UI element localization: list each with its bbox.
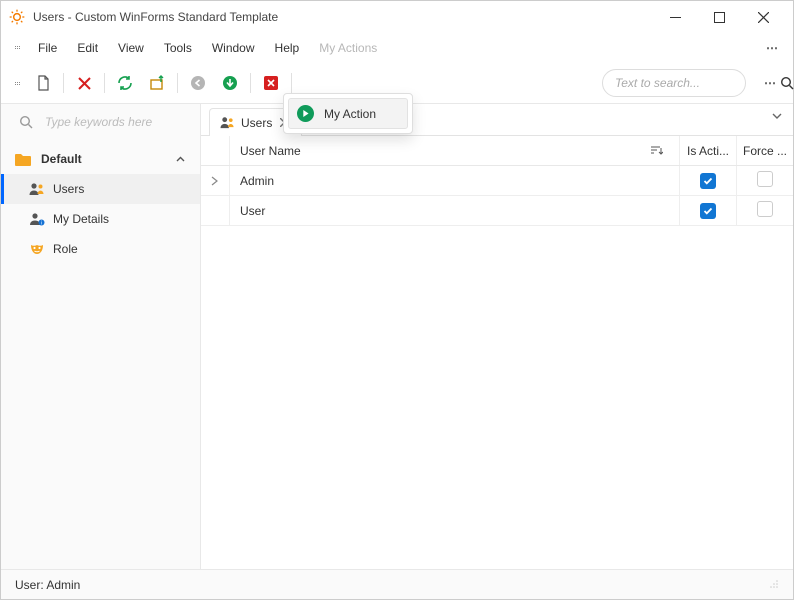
- users-icon: [220, 116, 235, 129]
- grip-icon: [15, 41, 21, 55]
- arrow-left-circle-icon: [190, 75, 206, 91]
- current-row-indicator-icon: [201, 176, 229, 186]
- separator: [250, 73, 251, 93]
- menu-file[interactable]: File: [29, 36, 66, 60]
- my-action-item[interactable]: My Action: [288, 98, 408, 129]
- my-action-label: My Action: [324, 107, 376, 121]
- maximize-button[interactable]: [697, 2, 741, 32]
- download-button[interactable]: [215, 68, 245, 98]
- chevron-up-icon: [175, 154, 186, 165]
- grip-icon: [15, 76, 21, 90]
- sidebar-group-label: Default: [41, 152, 165, 166]
- open-icon: [149, 75, 165, 91]
- separator: [63, 73, 64, 93]
- search-icon: [19, 115, 33, 129]
- folder-icon: [15, 152, 31, 166]
- menu-tools[interactable]: Tools: [155, 36, 201, 60]
- status-user: User: Admin: [15, 578, 80, 592]
- column-label: Is Acti...: [687, 144, 729, 158]
- menu-my-actions[interactable]: My Actions: [310, 36, 386, 60]
- table-row[interactable]: User: [201, 196, 793, 226]
- refresh-icon: [117, 75, 133, 91]
- sidebar-item-label: Role: [53, 242, 78, 256]
- sidebar-item-label: Users: [53, 182, 84, 196]
- delete-button[interactable]: [69, 68, 99, 98]
- menu-edit[interactable]: Edit: [68, 36, 107, 60]
- sort-indicator-icon: [651, 146, 663, 156]
- search-input[interactable]: [613, 75, 774, 91]
- tab-label: Users: [241, 116, 272, 130]
- sidebar-item-my-details[interactable]: i My Details: [1, 204, 200, 234]
- sidebar-item-label: My Details: [53, 212, 109, 226]
- resize-grip-icon[interactable]: [769, 578, 779, 592]
- sidebar-item-role[interactable]: Role: [1, 234, 200, 264]
- sidebar-filter[interactable]: [1, 104, 200, 144]
- my-actions-dropdown: My Action: [283, 93, 413, 134]
- menu-overflow-button[interactable]: ⋯: [756, 37, 789, 59]
- column-username[interactable]: User Name: [230, 144, 679, 158]
- toolbar-overflow-button[interactable]: ⋯: [754, 72, 787, 94]
- titlebar: Users - Custom WinForms Standard Templat…: [1, 1, 793, 33]
- tab-overflow-button[interactable]: [771, 110, 783, 125]
- cell-active[interactable]: [680, 203, 736, 219]
- arrow-down-circle-icon: [222, 75, 238, 91]
- table-row[interactable]: Admin: [201, 166, 793, 196]
- users-icon: [29, 182, 45, 196]
- document-icon: [36, 75, 51, 91]
- menu-view[interactable]: View: [109, 36, 153, 60]
- close-record-button[interactable]: [256, 68, 286, 98]
- play-circle-icon: [297, 105, 314, 122]
- mask-icon: [29, 242, 45, 256]
- search-container: [602, 69, 746, 97]
- main-panel: Users User Name Is Acti... Force ...: [201, 104, 793, 569]
- checkbox-checked-icon: [700, 173, 716, 189]
- column-label: User Name: [240, 144, 301, 158]
- user-info-icon: i: [29, 212, 45, 226]
- content-body: Default Users i My Details Role Users: [1, 103, 793, 569]
- close-button[interactable]: [741, 2, 785, 32]
- sidebar-filter-input[interactable]: [43, 114, 204, 130]
- column-is-active[interactable]: Is Acti...: [680, 144, 736, 158]
- menu-window[interactable]: Window: [203, 36, 264, 60]
- separator: [177, 73, 178, 93]
- sidebar-item-users[interactable]: Users: [1, 174, 200, 204]
- x-icon: [78, 77, 91, 90]
- menu-help[interactable]: Help: [266, 36, 309, 60]
- close-box-icon: [263, 75, 279, 91]
- open-button[interactable]: [142, 68, 172, 98]
- new-button[interactable]: [28, 68, 58, 98]
- svg-text:i: i: [41, 221, 42, 226]
- cell-force[interactable]: [737, 201, 793, 220]
- refresh-button[interactable]: [110, 68, 140, 98]
- separator: [104, 73, 105, 93]
- checkbox-unchecked-icon: [757, 171, 773, 187]
- statusbar: User: Admin: [1, 569, 793, 599]
- window-title: Users - Custom WinForms Standard Templat…: [33, 10, 653, 24]
- column-label: Force ...: [743, 144, 787, 158]
- app-icon: [9, 9, 25, 25]
- checkbox-checked-icon: [700, 203, 716, 219]
- cell-force[interactable]: [737, 171, 793, 190]
- search-box[interactable]: [602, 69, 746, 97]
- toolbar: My Action ⋯: [1, 63, 793, 103]
- cell-username: User: [230, 204, 679, 218]
- column-force[interactable]: Force ...: [737, 144, 793, 158]
- grid-header: User Name Is Acti... Force ...: [201, 136, 793, 166]
- separator: [291, 73, 292, 93]
- data-grid: User Name Is Acti... Force ... Admin: [201, 136, 793, 569]
- cell-username: Admin: [230, 174, 679, 188]
- sidebar: Default Users i My Details Role: [1, 104, 201, 569]
- cell-active[interactable]: [680, 173, 736, 189]
- sidebar-group-default[interactable]: Default: [1, 144, 200, 174]
- checkbox-unchecked-icon: [757, 201, 773, 217]
- minimize-button[interactable]: [653, 2, 697, 32]
- back-button[interactable]: [183, 68, 213, 98]
- menubar: File Edit View Tools Window Help My Acti…: [1, 33, 793, 63]
